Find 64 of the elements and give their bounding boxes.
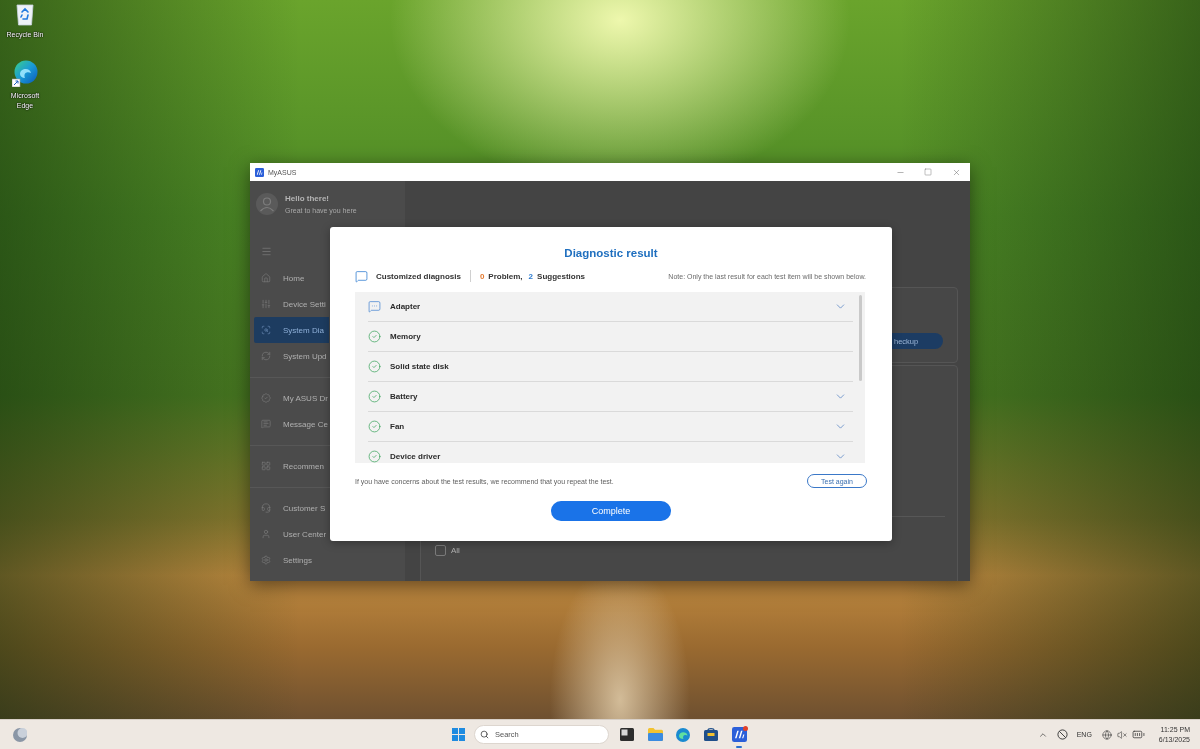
wave-logo-icon[interactable] bbox=[12, 60, 38, 87]
chat-bubble-icon bbox=[355, 269, 368, 283]
suggestion-count: 2 bbox=[528, 271, 534, 281]
check-circle-icon bbox=[368, 330, 381, 343]
shopping-bag-icon bbox=[704, 728, 718, 741]
headset-icon bbox=[261, 503, 271, 513]
dialog-title: Diagnostic result bbox=[564, 246, 658, 260]
app-logo-icon bbox=[731, 727, 747, 742]
check-circle-icon bbox=[368, 450, 381, 463]
sidebar-item[interactable]: System Upd bbox=[254, 343, 329, 369]
avatar-icon[interactable] bbox=[256, 193, 278, 215]
badge-check-icon bbox=[261, 393, 271, 403]
battery-icon bbox=[1131, 728, 1145, 741]
sidebar-item[interactable]: Device Setti bbox=[254, 291, 329, 317]
sidebar-item[interactable]: Customer S bbox=[254, 495, 329, 521]
user-icon bbox=[261, 529, 271, 539]
check-circle-icon bbox=[368, 360, 381, 373]
check-circle-icon bbox=[368, 390, 381, 403]
sidebar-item[interactable]: User Center bbox=[254, 521, 329, 547]
sidebar-item[interactable]: Recommen bbox=[254, 453, 329, 479]
result-name: Solid state disk bbox=[390, 362, 449, 371]
sidebar-item[interactable]: My ASUS Dr bbox=[254, 385, 329, 411]
suggestion-label: Suggestions bbox=[537, 271, 586, 281]
sidebar-item[interactable]: System Dia bbox=[254, 317, 329, 343]
result-name: Fan bbox=[390, 422, 405, 431]
result-name: Battery bbox=[390, 392, 418, 401]
settings-icon bbox=[261, 555, 271, 565]
search-icon bbox=[480, 730, 489, 739]
home-icon bbox=[261, 273, 271, 283]
checkbox[interactable] bbox=[435, 545, 446, 556]
result-name: Device driver bbox=[390, 452, 441, 461]
speaker-muted-icon bbox=[1116, 729, 1127, 740]
result-name: Adapter bbox=[390, 302, 421, 311]
quick-settings-button[interactable] bbox=[1101, 728, 1145, 741]
sidebar-item[interactable]: Message Ce bbox=[254, 411, 329, 437]
wave-logo-icon bbox=[676, 727, 690, 742]
magnifier-icon bbox=[261, 325, 271, 335]
complete-button[interactable]: Complete bbox=[551, 501, 671, 521]
check-circle-icon bbox=[368, 420, 381, 433]
checkbox-label[interactable]: All bbox=[451, 546, 460, 555]
message-icon bbox=[261, 419, 271, 429]
globe-icon bbox=[1101, 729, 1112, 740]
slashed-circle-icon[interactable] bbox=[1056, 729, 1068, 740]
problem-count: 0 bbox=[479, 271, 485, 281]
scrollbar-thumb[interactable] bbox=[859, 295, 862, 381]
recycle-bin-icon[interactable] bbox=[15, 3, 35, 26]
app-window-icon bbox=[620, 728, 634, 741]
sidebar-item[interactable]: Settings bbox=[254, 547, 329, 573]
refresh-icon bbox=[261, 351, 271, 361]
chat-bubble-icon bbox=[368, 300, 381, 313]
maximize-icon bbox=[924, 168, 932, 176]
close-icon bbox=[951, 167, 961, 177]
moon-icon[interactable] bbox=[13, 727, 27, 742]
start-icon bbox=[451, 728, 465, 741]
app-logo-icon bbox=[255, 167, 264, 177]
sidebar-item[interactable]: Home bbox=[254, 265, 329, 291]
greeting-text: Hello there! bbox=[285, 193, 330, 204]
folder-icon bbox=[647, 728, 663, 741]
menu-icon[interactable] bbox=[261, 246, 272, 257]
sliders-icon bbox=[261, 299, 271, 309]
problem-label: Problem, bbox=[488, 271, 523, 281]
scan-type-label: Customized diagnosis bbox=[376, 271, 461, 281]
grid-icon bbox=[261, 461, 271, 471]
result-name: Memory bbox=[390, 332, 421, 341]
